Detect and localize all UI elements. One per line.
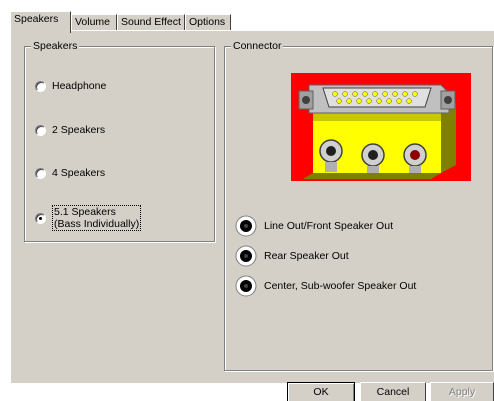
tab-volume-label: Volume [75,16,111,28]
connector-image [291,73,471,181]
radio-2-speakers-label: 2 Speakers [52,124,106,136]
jack-center-sub-out-label: Center, Sub-woofer Speaker Out [264,280,417,292]
cancel-button-label: Cancel [376,386,410,398]
cancel-button[interactable]: Cancel [360,382,426,401]
radio-4-speakers[interactable]: 4 Speakers [35,167,105,179]
tab-panel: Speakers Headphone 2 Speakers 4 Speakers… [10,30,494,383]
connector-group: Connector Line Out/Front Speaker Out Rea… [224,39,493,371]
radio-5-1-speakers[interactable]: 5.1 Speakers (Bass Individually) [35,205,142,231]
jack-line-out-label: Line Out/Front Speaker Out [264,220,393,232]
ok-button[interactable]: OK [287,382,355,401]
jack-center-sub-out: Center, Sub-woofer Speaker Out [235,275,416,297]
radio-button[interactable] [35,124,46,136]
radio-button-selected[interactable] [35,212,46,224]
radio-5-1-speakers-label: 5.1 Speakers (Bass Individually) [52,205,142,231]
radio-headphone-label: Headphone [52,80,107,92]
apply-button[interactable]: Apply [430,382,494,401]
tab-sound-effect-label: Sound Effect [121,16,181,28]
radio-headphone[interactable]: Headphone [35,80,106,92]
tab-speakers-label: Speakers [14,13,59,25]
ok-button-label: OK [313,386,329,398]
radio-button[interactable] [35,80,46,92]
radio-4-speakers-label: 4 Speakers [52,167,106,179]
black-jack-icon [235,245,257,267]
radio-button[interactable] [35,167,46,179]
jack-rear-out: Rear Speaker Out [235,245,349,267]
black-jack-icon [235,215,257,237]
speakers-group-title: Speakers [31,39,80,53]
label-line-1: 5.1 Speakers [54,206,116,218]
label-line-2: (Bass Individually) [54,218,140,230]
tab-options-label: Options [189,16,226,28]
jack-rear-out-label: Rear Speaker Out [264,250,349,262]
black-jack-icon [235,275,257,297]
jack-line-out: Line Out/Front Speaker Out [235,215,393,237]
apply-button-label: Apply [448,386,476,398]
tab-speakers[interactable]: Speakers [10,11,71,33]
connector-group-title: Connector [231,39,284,53]
speakers-group: Speakers Headphone 2 Speakers 4 Speakers… [24,39,215,242]
speaker-settings-dialog: Speakers Volume Sound Effect Options Spe… [0,0,494,401]
radio-2-speakers[interactable]: 2 Speakers [35,124,105,136]
